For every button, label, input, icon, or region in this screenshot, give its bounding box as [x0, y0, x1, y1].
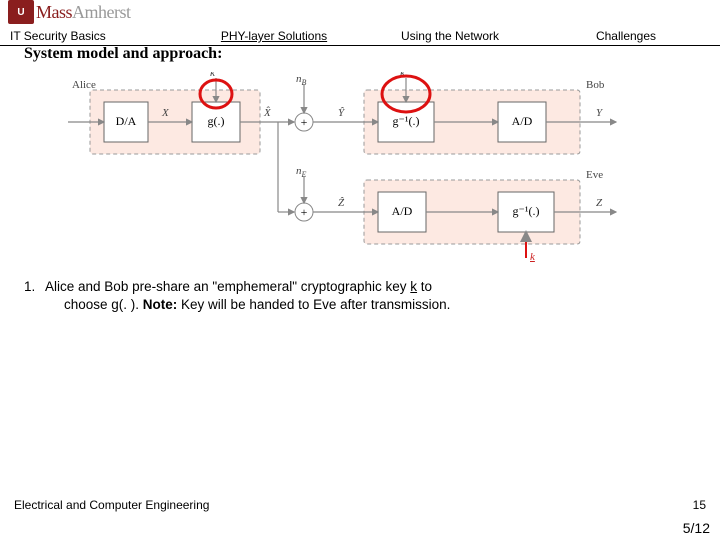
logo-mark: U	[8, 0, 34, 24]
block-g: g(.)	[208, 114, 225, 128]
bullet-text-1b: to	[417, 279, 432, 294]
section-title: System model and approach:	[24, 45, 222, 63]
svg-text:Ẑ: Ẑ	[338, 197, 345, 209]
label-x: X	[161, 107, 170, 119]
tab-challenges[interactable]: Challenges	[538, 27, 714, 45]
footer-date: 5/12	[683, 520, 710, 536]
label-eve: Eve	[586, 169, 603, 181]
nav-tabs: IT Security Basics PHY-layer Solutions U…	[0, 27, 720, 46]
logo-text-light: Amherst	[72, 2, 131, 22]
block-da: D/A	[116, 114, 137, 128]
label-nb: nB	[296, 73, 307, 87]
label-yhat: Ŷ	[338, 107, 346, 119]
svg-text:+: +	[301, 205, 308, 219]
block-ginv-bob: g⁻¹(.)	[393, 114, 420, 128]
tab-using-network[interactable]: Using the Network	[362, 27, 538, 45]
university-logo: U MassAmherst	[8, 0, 131, 24]
tab-it-security[interactable]: IT Security Basics	[6, 27, 186, 45]
label-ne: nE	[296, 165, 307, 179]
system-model-diagram: Alice D/A g(.) k X X̂ + nB + nE Bob g⁻¹(…	[60, 72, 660, 262]
label-k-alice: k	[210, 72, 216, 79]
bullet-text-2b: Key will be handed to Eve after transmis…	[177, 297, 450, 312]
block-ad-eve: A/D	[392, 204, 413, 218]
block-ad-bob: A/D	[512, 114, 533, 128]
label-z: Z	[596, 197, 603, 209]
svg-text:+: +	[301, 115, 308, 129]
footer-page-number: 15	[693, 498, 706, 512]
bullet-text-2a: choose g(. ).	[64, 297, 143, 312]
bullet-text-1a: Alice and Bob pre-share an "emphemeral" …	[45, 279, 410, 294]
bullet-point-1: 1. Alice and Bob pre-share an "emphemera…	[24, 278, 696, 314]
footer-department: Electrical and Computer Engineering	[14, 498, 209, 512]
block-ginv-eve: g⁻¹(.)	[513, 204, 540, 218]
label-bob: Bob	[586, 79, 605, 91]
tab-phy-layer[interactable]: PHY-layer Solutions	[186, 27, 362, 45]
label-xhat: X̂	[263, 106, 272, 119]
label-alice: Alice	[72, 79, 96, 91]
bullet-number: 1.	[24, 278, 42, 296]
label-k-eve: k	[530, 251, 536, 262]
logo-text: MassAmherst	[36, 2, 131, 23]
logo-text-bold: Mass	[36, 2, 72, 22]
label-y: Y	[596, 107, 604, 119]
bullet-note-label: Note:	[143, 297, 178, 312]
